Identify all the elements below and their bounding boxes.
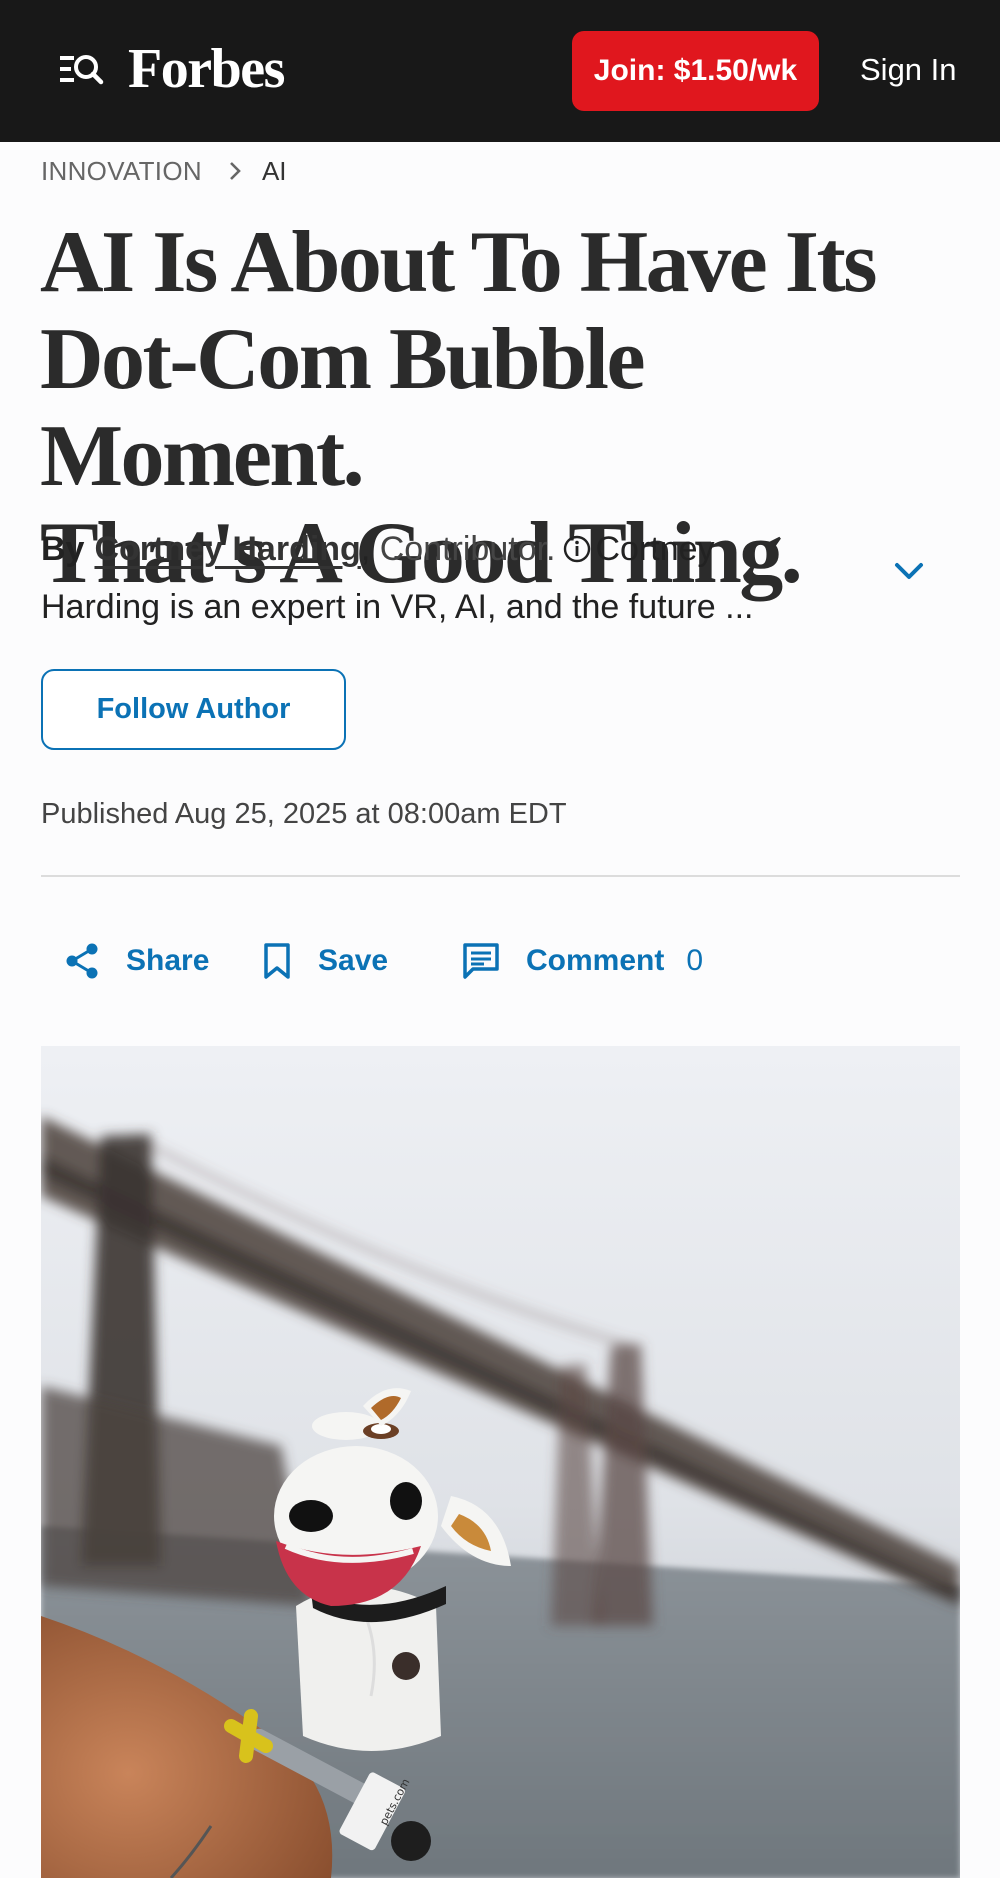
save-label: Save bbox=[318, 944, 389, 977]
chevron-right-icon bbox=[228, 160, 242, 182]
top-nav-bar: Forbes Join: $1.50/wk Sign In bbox=[0, 0, 1000, 142]
sign-in-link[interactable]: Sign In bbox=[860, 50, 957, 90]
breadcrumb-innovation[interactable]: INNOVATION bbox=[41, 156, 202, 187]
share-button[interactable]: Share bbox=[64, 939, 209, 983]
author-name-link[interactable]: Cortney Harding bbox=[94, 530, 360, 568]
menu-search-icon[interactable] bbox=[58, 50, 104, 90]
share-icon bbox=[66, 943, 98, 979]
headline-line: Dot-Com Bubble Moment. bbox=[40, 311, 646, 505]
save-button[interactable]: Save bbox=[262, 939, 388, 983]
author-bio: Harding is an expert in VR, AI, and the … bbox=[41, 588, 754, 626]
byline: By Cortney Harding, Contributor. Cortney H… bbox=[41, 522, 841, 634]
byline-by: By bbox=[41, 530, 85, 568]
divider bbox=[41, 875, 960, 877]
follow-author-button[interactable]: Follow Author bbox=[41, 669, 346, 750]
author-role: Contributor. bbox=[379, 530, 556, 568]
author-bio-start: Cortney bbox=[595, 530, 715, 568]
comment-icon bbox=[463, 943, 499, 979]
comment-button[interactable]: Comment 0 bbox=[462, 939, 703, 983]
forbes-logo[interactable]: Forbes bbox=[128, 36, 285, 102]
comment-count: 0 bbox=[686, 944, 704, 977]
breadcrumb-ai[interactable]: AI bbox=[262, 156, 287, 187]
bookmark-icon bbox=[264, 943, 290, 979]
headline-line: AI Is About To Have Its bbox=[40, 214, 878, 311]
share-label: Share bbox=[126, 944, 210, 977]
join-subscribe-button[interactable]: Join: $1.50/wk bbox=[572, 31, 819, 111]
info-icon[interactable] bbox=[562, 526, 592, 580]
hero-image[interactable]: pets.com bbox=[41, 1046, 960, 1878]
comment-label: Comment bbox=[526, 944, 665, 977]
published-date: Published Aug 25, 2025 at 08:00am EDT bbox=[41, 798, 567, 830]
byline-comma: , bbox=[360, 530, 371, 568]
breadcrumb: INNOVATION AI bbox=[41, 153, 287, 189]
chevron-down-icon[interactable] bbox=[888, 554, 930, 588]
